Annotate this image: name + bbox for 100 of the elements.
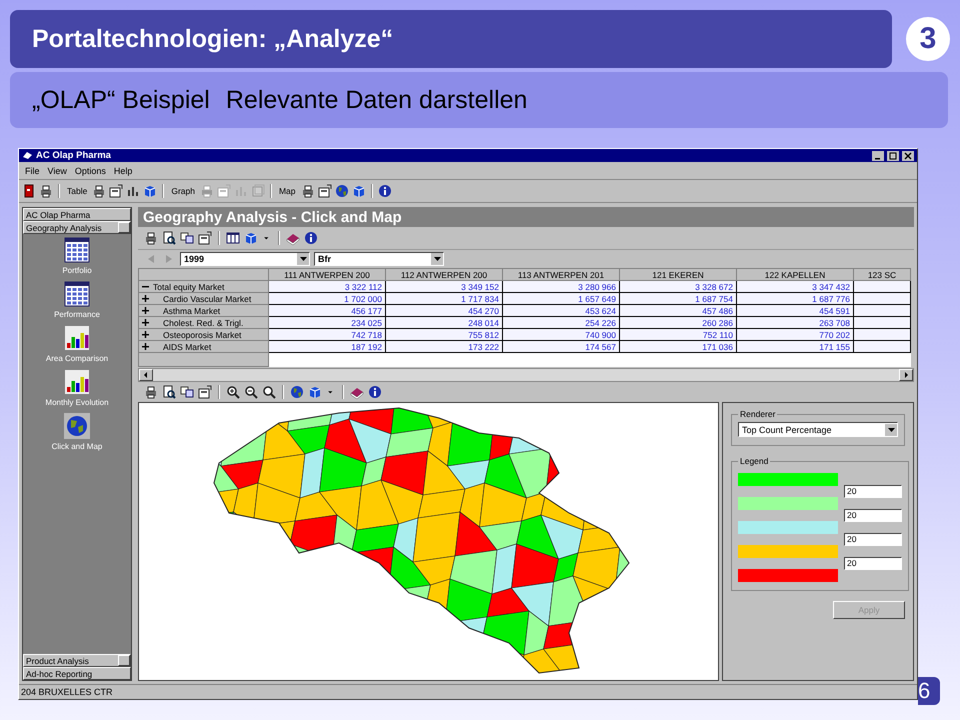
book-icon[interactable] [350,385,364,399]
threshold-field[interactable]: 20 [844,485,902,498]
menu-item[interactable]: View [48,166,67,176]
bar-chart-icon[interactable] [126,184,140,198]
column-header[interactable]: 113 ANTWERPEN 201 [502,268,620,280]
grid-icon[interactable] [64,281,90,307]
column-header[interactable]: 121 EKEREN [620,268,736,280]
column-header[interactable]: 112 ANTWERPEN 200 [386,268,502,280]
sidebar-section[interactable]: Ad-hoc Reporting [23,667,131,680]
menu-item[interactable]: Options [74,166,106,176]
sidebar-item[interactable]: Portfolio [62,266,92,275]
row-header[interactable]: Total equity Market [138,280,268,292]
expand-icon[interactable] [142,343,149,350]
bar-chart-icon[interactable] [64,325,90,351]
table-cell: 3 349 152 [386,280,502,292]
sidebar-section[interactable]: Geography Analysis [23,221,131,234]
copy-icon[interactable] [180,231,194,245]
table-cell: 171 036 [620,340,736,352]
table-cell: 454 591 [736,304,854,316]
collapse-button[interactable] [118,222,130,233]
book-icon[interactable] [286,231,300,245]
cube-icon[interactable] [244,231,258,245]
printer-icon[interactable] [39,184,53,198]
renderer-dropdown[interactable]: Top Count Percentage [738,422,898,437]
sidebar-section[interactable]: AC Olap Pharma [23,208,131,221]
threshold-field[interactable]: 20 [844,533,902,546]
door-icon[interactable] [22,184,36,198]
menu-item[interactable]: Help [114,166,132,176]
row-header[interactable]: Cholest. Red. & Trigl. [138,316,268,328]
table-cell: 1 657 649 [502,292,620,304]
zoom-out-icon[interactable] [244,385,258,399]
preview-icon[interactable] [162,385,176,399]
currency-dropdown[interactable]: Bfr [314,252,444,266]
printer-icon[interactable] [92,184,106,198]
properties-icon[interactable] [198,385,212,399]
printer-icon[interactable] [144,385,158,399]
toolbar-label: Graph [171,186,195,196]
cube-icon[interactable] [308,385,322,399]
printer-icon[interactable] [144,231,158,245]
slide-title: Portaltechnologien: „Analyze“ [10,10,892,68]
globe-icon[interactable] [334,184,348,198]
expand-icon[interactable] [142,319,149,326]
toolbar-label: Table [67,186,88,196]
info-icon[interactable] [368,385,382,399]
row-header[interactable]: Cardio Vascular Market [138,292,268,304]
properties-icon[interactable] [198,231,212,245]
grid-icon[interactable] [64,237,90,263]
table-cell: 3 328 672 [620,280,736,292]
globe-icon[interactable] [290,385,304,399]
maximize-icon[interactable] [887,150,899,160]
columns-icon[interactable] [226,231,240,245]
column-header[interactable]: 123 SC [854,268,910,280]
table-cell: 173 222 [386,340,502,352]
column-header[interactable]: 122 KAPELLEN [736,268,854,280]
collapse-icon[interactable] [142,283,149,290]
properties-icon[interactable] [318,184,332,198]
zoom-in-icon[interactable] [226,385,240,399]
properties-icon[interactable] [109,184,124,198]
scroll-left-icon[interactable] [139,369,153,381]
column-header[interactable]: 111 ANTWERPEN 200 [268,268,386,280]
row-header[interactable]: AIDS Market [138,340,268,352]
table-cell: 234 025 [268,316,386,328]
table-cell: 1 702 000 [268,292,386,304]
table-cell: 248 014 [386,316,502,328]
collapse-button[interactable] [118,655,130,666]
dropdown-arrow-icon[interactable] [300,257,306,261]
expand-icon[interactable] [142,307,149,314]
cube-icon[interactable] [352,184,366,198]
preview-icon[interactable] [162,231,176,245]
table-cell: 3 322 112 [268,280,386,292]
info-icon[interactable] [304,231,318,245]
menu-item[interactable]: File [25,166,40,176]
cube-icon[interactable] [143,184,158,198]
year-dropdown[interactable]: 1999 [180,252,310,266]
sidebar-item[interactable]: Monthly Evolution [45,398,109,407]
table-cell: 755 812 [386,328,502,340]
copy-icon[interactable] [180,385,194,399]
row-header[interactable]: Asthma Market [138,304,268,316]
printer-icon[interactable] [300,184,314,198]
threshold-field[interactable]: 20 [844,509,902,522]
table-cell: 752 110 [620,328,736,340]
expand-icon[interactable] [142,331,149,338]
sidebar-section[interactable]: Product Analysis [23,654,131,667]
row-header[interactable]: Osteoporosis Market [138,328,268,340]
info-icon[interactable] [378,184,392,198]
dropdown-arrow-icon[interactable] [434,257,440,261]
scroll-right-icon[interactable] [899,369,913,381]
table-cell: 171 155 [736,340,854,352]
threshold-field[interactable]: 20 [844,557,902,570]
globe-icon[interactable] [64,413,90,439]
dropdown-arrow-icon[interactable] [888,428,894,432]
expand-icon[interactable] [142,295,149,302]
close-icon[interactable] [902,150,914,160]
sidebar-item[interactable]: Area Comparison [46,354,108,363]
sidebar-item[interactable]: Click and Map [52,442,102,451]
bar-chart-icon[interactable] [64,369,90,395]
section-badge: 3 [906,17,950,61]
table-cell: 742 718 [268,328,386,340]
sidebar-item[interactable]: Performance [54,310,100,319]
zoom-icon[interactable] [262,385,276,399]
